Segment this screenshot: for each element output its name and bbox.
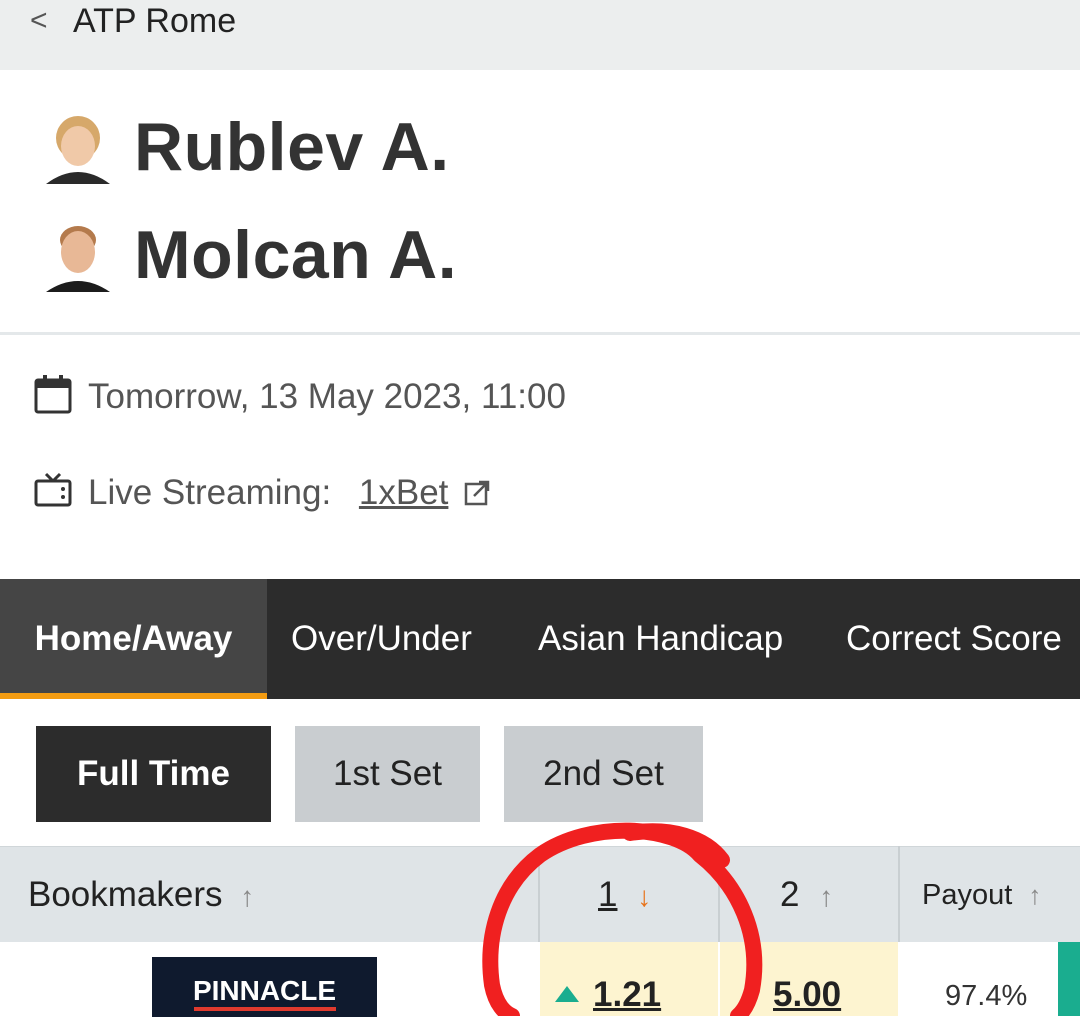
streaming-label: Live Streaming: — [88, 472, 332, 512]
payout-value: 97.4% — [945, 980, 1028, 1012]
active-tab-indicator — [0, 693, 267, 699]
header-bookmakers-label: Bookmakers — [28, 875, 223, 914]
streaming-link[interactable]: 1xBet — [359, 473, 449, 512]
sort-up-icon: ↑ — [1028, 880, 1042, 910]
header-payout-label: Payout — [922, 879, 1013, 911]
player-avatar-away — [36, 218, 120, 292]
tab-correct-score[interactable]: Correct Score — [846, 579, 1062, 699]
external-link-icon[interactable] — [464, 475, 490, 515]
section-divider — [0, 332, 1080, 335]
logo-underline — [194, 1007, 336, 1011]
tab-home-away-label: Home/Away — [34, 619, 233, 658]
player-name-home[interactable]: Rublev A. — [134, 108, 450, 186]
live-streaming-row: Live Streaming: 1xBet — [34, 472, 490, 517]
row-accent-bar — [1058, 942, 1080, 1016]
player-row-away: Molcan A. — [0, 204, 1080, 314]
market-tabs: Home/Away Over/Under Asian Handicap Corr… — [0, 579, 1080, 699]
header-payout[interactable]: Payout ↑ — [922, 847, 1041, 943]
period-2nd-set[interactable]: 2nd Set — [504, 726, 703, 822]
player-name-away[interactable]: Molcan A. — [134, 216, 457, 294]
sort-up-icon: ↑ — [240, 881, 255, 912]
tab-asian-handicap[interactable]: Asian Handicap — [538, 579, 783, 699]
period-full-time[interactable]: Full Time — [36, 726, 271, 822]
tab-home-away[interactable]: Home/Away — [0, 579, 267, 699]
match-date: Tomorrow, 13 May 2023, 11:00 — [88, 376, 566, 416]
bookmaker-logo-pinnacle[interactable]: PINNACLE — [152, 957, 377, 1017]
calendar-icon — [34, 374, 72, 423]
period-1st-set[interactable]: 1st Set — [295, 726, 480, 822]
top-bar: < ATP Rome — [0, 0, 1080, 70]
match-date-row: Tomorrow, 13 May 2023, 11:00 — [34, 374, 566, 423]
competition-title[interactable]: ATP Rome — [73, 2, 236, 41]
header-bookmakers[interactable]: Bookmakers ↑ — [28, 847, 254, 943]
bookmaker-logo-text: PINNACLE — [192, 975, 337, 1006]
tv-icon — [34, 472, 72, 517]
player-avatar-home — [36, 110, 120, 184]
player-row-home: Rublev A. — [0, 96, 1080, 206]
annotation-circle — [482, 822, 763, 1016]
sort-up-icon: ↑ — [819, 881, 834, 912]
tab-over-under[interactable]: Over/Under — [291, 579, 472, 699]
back-button[interactable]: < — [30, 4, 48, 38]
